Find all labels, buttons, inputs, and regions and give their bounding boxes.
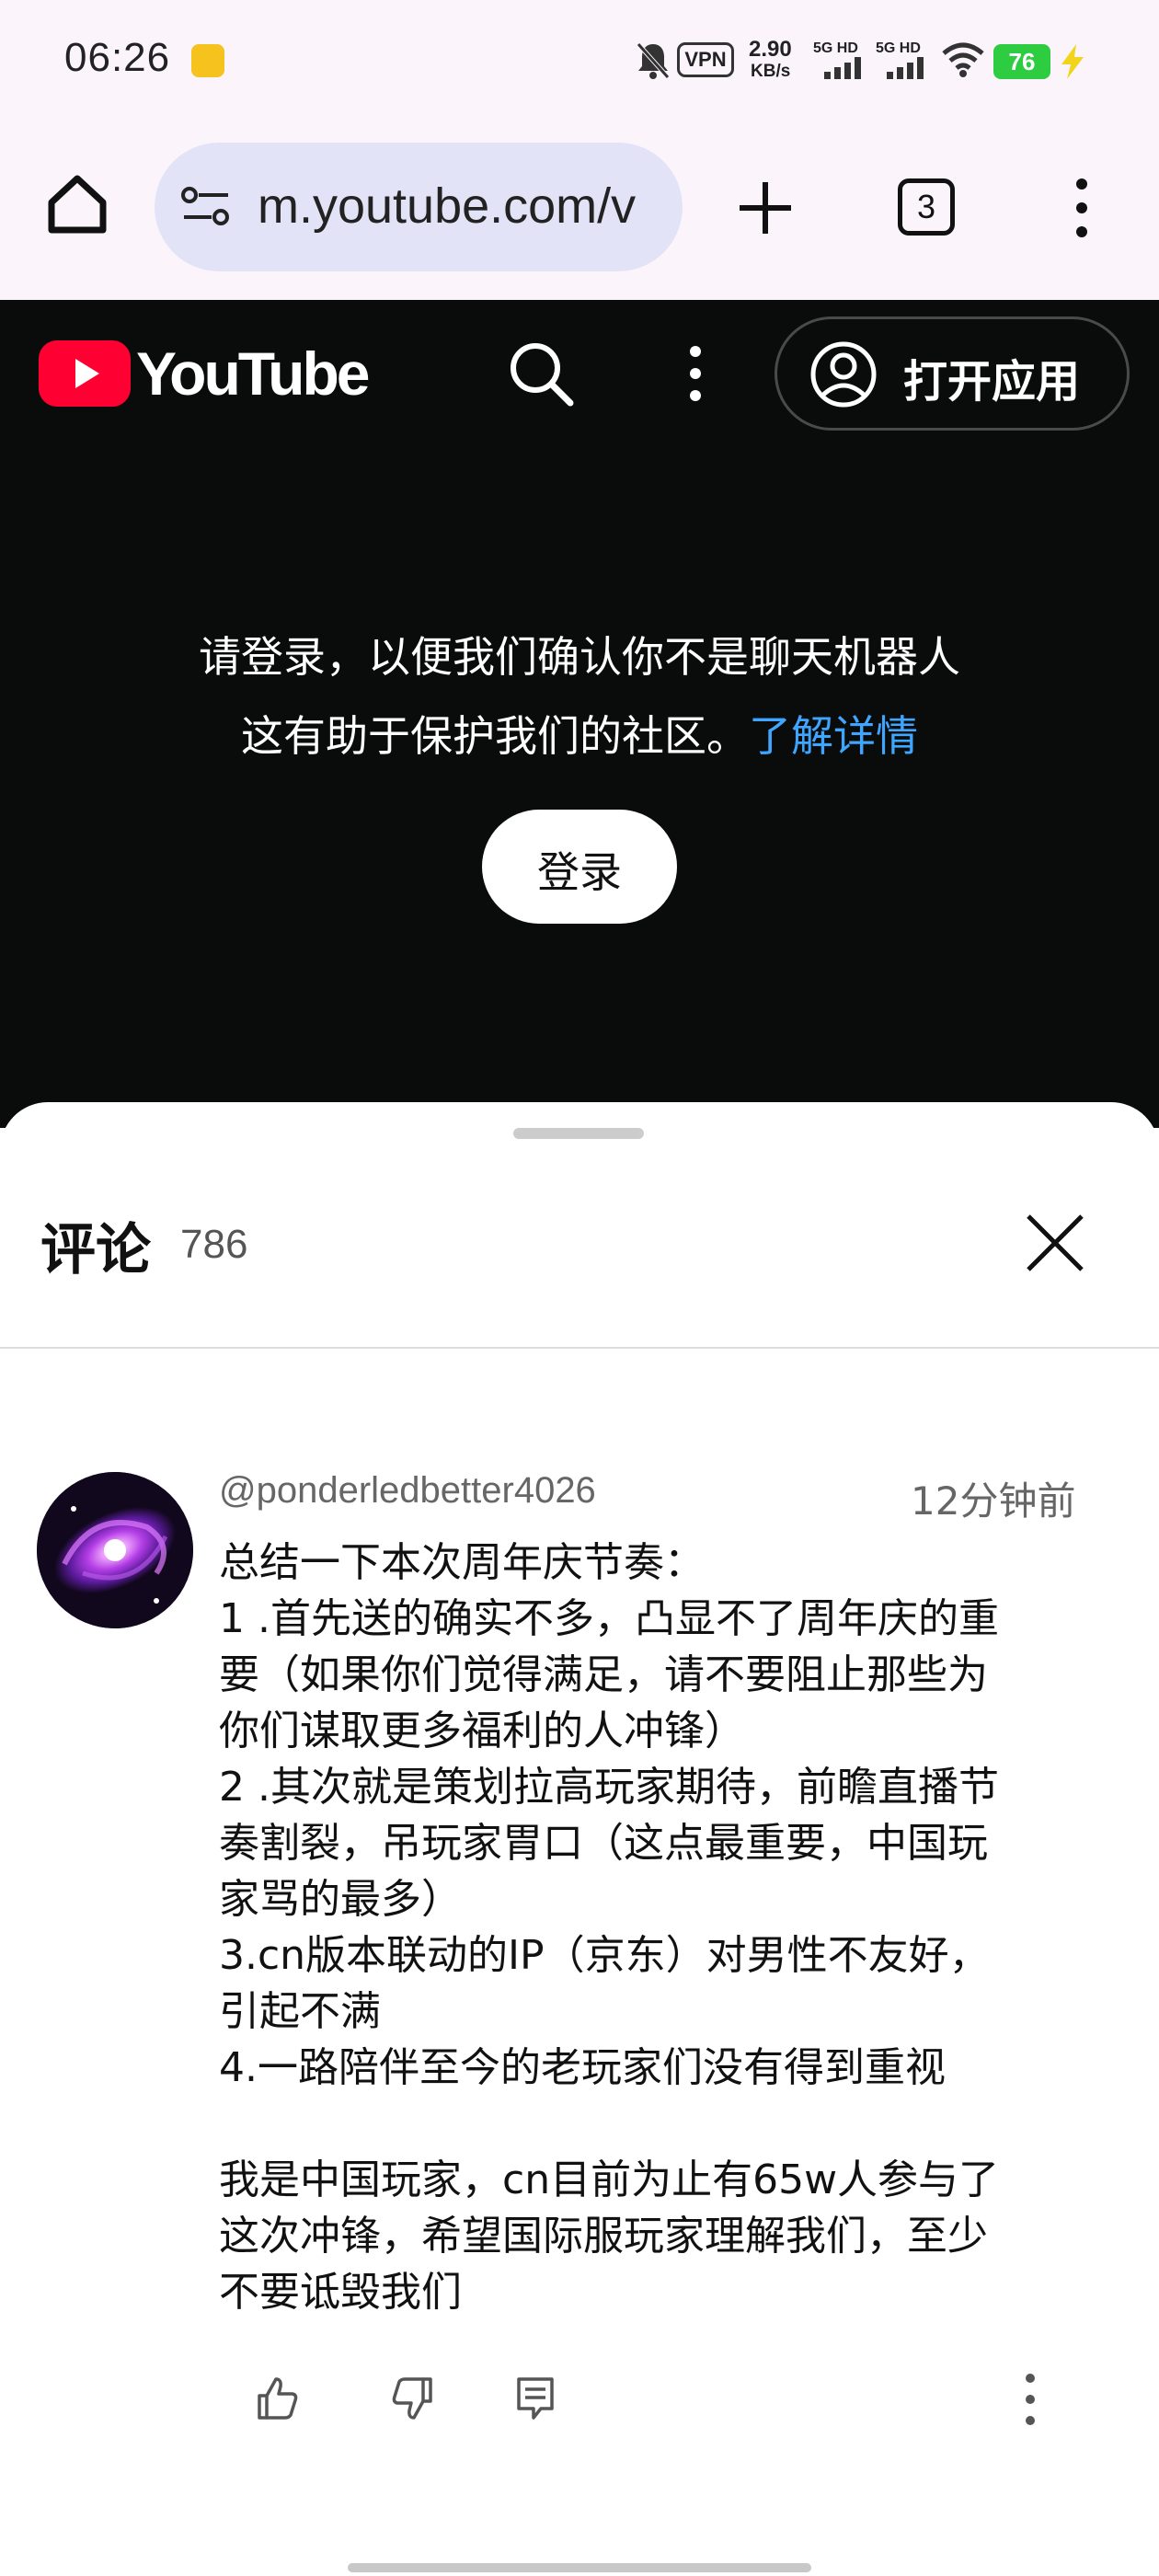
comment-line [219, 2096, 1139, 2152]
battery-indicator: 76 [993, 44, 1050, 79]
comment-line: 要（如果你们觉得满足，请不要阻止那些为 [219, 1651, 988, 1698]
sheet-divider [0, 1347, 1159, 1349]
comments-title: 评论 [40, 1218, 151, 1282]
notification-app-icon [191, 44, 224, 77]
account-icon [810, 341, 877, 408]
comment-line: 1 .首先送的确实不多，凸显不了周年庆的重 [219, 1595, 999, 1642]
home-icon[interactable] [44, 171, 110, 237]
learn-more-link[interactable]: 了解详情 [749, 711, 918, 761]
tab-count: 3 [916, 188, 936, 225]
signal2-icon [887, 57, 924, 79]
signal2-label: 5G HD [876, 40, 921, 56]
net-speed-value: 2.90 [749, 37, 792, 62]
browser-menu-icon[interactable] [1071, 177, 1093, 239]
galaxy-avatar-image [37, 1472, 193, 1628]
comment-menu-icon[interactable] [1019, 2372, 1041, 2427]
comment-line: 这次冲锋，希望国际服玩家理解我们，至少 [219, 2213, 988, 2260]
comment-line: 3.cn版本联动的IP（京东）对男性不友好， [219, 1932, 990, 1979]
site-settings-icon[interactable] [180, 186, 232, 228]
charging-icon [1061, 44, 1084, 79]
signin-message: 请登录，以便我们确认你不是聊天机器人 [199, 632, 960, 682]
status-bar [0, 0, 1159, 129]
tab-switcher-button[interactable]: 3 [898, 178, 955, 236]
open-app-label: 打开应用 [903, 356, 1081, 408]
signal1-icon [824, 57, 861, 79]
avatar[interactable] [37, 1472, 193, 1628]
url-text[interactable]: m.youtube.com/v [258, 178, 662, 235]
comment-line: 2 .其次就是策划拉高玩家期待，前瞻直播节 [219, 1764, 999, 1811]
status-time: 06:26 [64, 35, 171, 80]
comment-author[interactable]: @ponderledbetter4026 [219, 1470, 596, 1512]
youtube-wordmark: YouTube [136, 339, 371, 408]
mute-bell-icon [637, 42, 670, 79]
gesture-home-indicator[interactable] [348, 2563, 811, 2572]
comment-line: 4.一路陪伴至今的老玩家们没有得到重视 [219, 2044, 946, 2091]
net-speed-unit: KB/s [751, 62, 791, 81]
dislike-icon[interactable] [390, 2375, 436, 2421]
sheet-drag-handle[interactable] [513, 1128, 644, 1139]
comments-count: 786 [180, 1222, 248, 1267]
new-tab-icon[interactable] [736, 178, 795, 237]
comment-line: 你们谋取更多福利的人冲锋） [219, 1708, 745, 1754]
comment-line: 家骂的最多） [219, 1876, 462, 1923]
youtube-play-icon [39, 340, 131, 407]
comment-line: 奏割裂，吊玩家胃口（这点最重要，中国玩 [219, 1820, 988, 1867]
signin-submessage: 这有助于保护我们的社区。了解详情 [241, 711, 918, 761]
comment-time: 12分钟前 [911, 1478, 1076, 1524]
more-options-icon[interactable] [684, 344, 706, 403]
search-icon[interactable] [508, 340, 574, 407]
comment-line: 总结一下本次周年庆节奏： [219, 1539, 705, 1586]
like-icon[interactable] [254, 2375, 300, 2421]
close-icon[interactable] [1025, 1213, 1085, 1273]
wifi-icon [942, 42, 984, 77]
comment-text: 总结一下本次周年庆节奏： 1 .首先送的确实不多，凸显不了周年庆的重 要（如果你… [219, 1535, 1139, 2320]
reply-icon[interactable] [515, 2375, 556, 2421]
login-button-label: 登录 [537, 847, 622, 897]
comment-line: 我是中国玩家，cn目前为止有65w人参与了 [219, 2156, 1000, 2203]
vpn-badge: VPN [677, 42, 734, 77]
signal1-label: 5G HD [813, 40, 858, 56]
comment-line: 引起不满 [219, 1988, 381, 2035]
comment-line: 不要诋毁我们 [219, 2269, 462, 2316]
